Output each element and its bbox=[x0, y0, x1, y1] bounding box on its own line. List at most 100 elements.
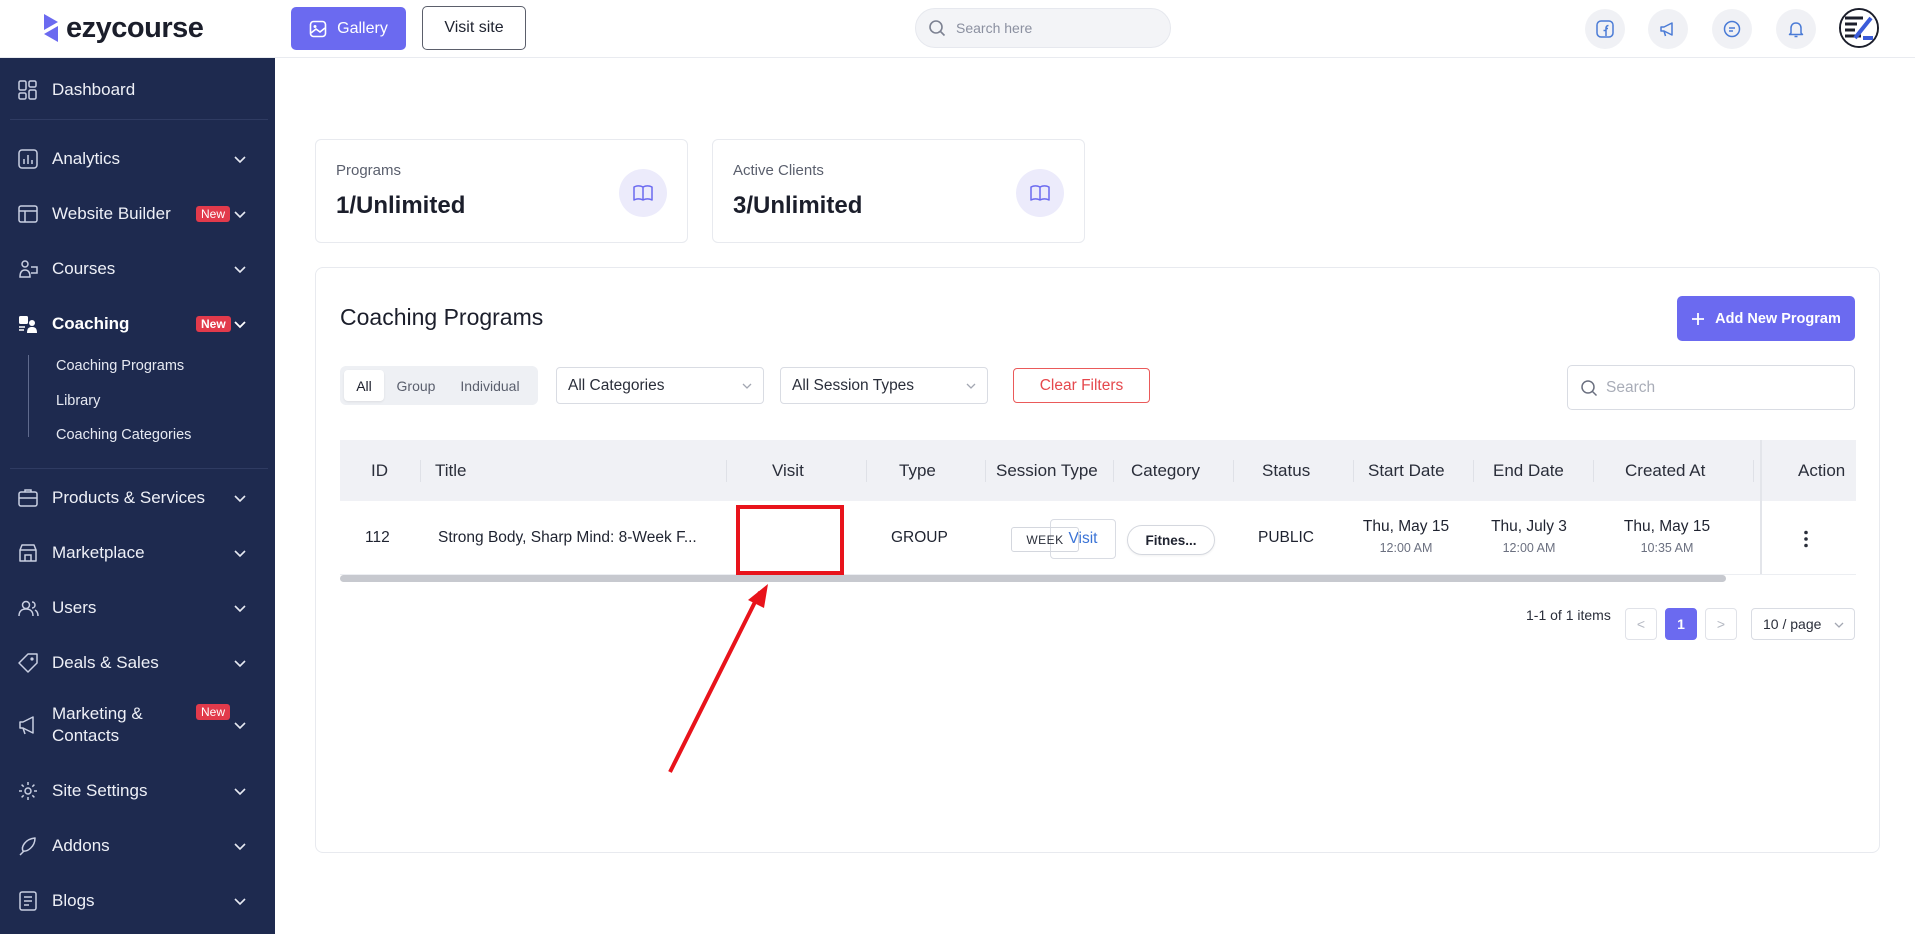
column-divider bbox=[985, 460, 986, 482]
column-divider bbox=[1233, 460, 1234, 482]
pagination-next-button[interactable]: > bbox=[1705, 608, 1737, 640]
sidebar-item-marketing-contacts[interactable]: Marketing & Contacts New bbox=[0, 690, 275, 760]
pagination-prev-button[interactable]: < bbox=[1625, 608, 1657, 640]
sidebar: Dashboard Analytics Website Builder New … bbox=[0, 58, 275, 934]
gallery-button[interactable]: Gallery bbox=[291, 7, 406, 50]
sidebar-item-users[interactable]: Users bbox=[0, 580, 275, 635]
settings-icon bbox=[16, 779, 40, 803]
chevron-down-icon bbox=[234, 320, 246, 328]
chevron-down-icon bbox=[966, 383, 976, 389]
session-type-filter-select[interactable]: All Session Types bbox=[780, 367, 988, 404]
column-header-title[interactable]: Title bbox=[435, 440, 467, 501]
program-search-input[interactable]: Search bbox=[1567, 365, 1855, 410]
add-new-program-label: Add New Program bbox=[1715, 310, 1841, 327]
sidebar-item-label: Addons bbox=[52, 835, 110, 855]
search-icon bbox=[929, 20, 946, 37]
sidebar-subitem-coaching-programs[interactable]: Coaching Programs bbox=[56, 358, 184, 374]
sidebar-item-coaching[interactable]: Coaching New bbox=[0, 296, 275, 351]
top-search-input[interactable]: Search here bbox=[915, 8, 1171, 48]
sidebar-item-products-services[interactable]: Products & Services bbox=[0, 470, 275, 525]
category-filter-value: All Categories bbox=[568, 376, 665, 394]
cell-id: 112 bbox=[365, 529, 390, 546]
ezycourse-logo[interactable]: ezycourse bbox=[40, 10, 204, 46]
cell-title[interactable]: Strong Body, Sharp Mind: 8-Week F... bbox=[438, 501, 697, 575]
column-header-type[interactable]: Type bbox=[899, 440, 936, 501]
column-header-session-type[interactable]: Session Type bbox=[996, 440, 1098, 501]
column-divider bbox=[1113, 460, 1114, 482]
sidebar-subitem-coaching-categories[interactable]: Coaching Categories bbox=[56, 427, 191, 443]
sidebar-subitem-library[interactable]: Library bbox=[56, 393, 100, 409]
sidebar-item-website-builder[interactable]: Website Builder New bbox=[0, 186, 275, 241]
column-divider bbox=[1593, 460, 1594, 482]
announcements-button[interactable] bbox=[1648, 9, 1688, 49]
program-search-placeholder: Search bbox=[1606, 378, 1656, 396]
sidebar-item-label: Coaching bbox=[52, 313, 130, 333]
stat-value: 1/Unlimited bbox=[336, 192, 466, 219]
chevron-down-icon bbox=[234, 155, 246, 163]
column-header-action: Action bbox=[1798, 460, 1846, 480]
column-header-status[interactable]: Status bbox=[1262, 440, 1310, 501]
column-header-created-at[interactable]: Created At bbox=[1625, 440, 1705, 501]
column-header-id[interactable]: ID bbox=[371, 440, 388, 501]
chat-button[interactable] bbox=[1712, 9, 1752, 49]
ezycourse-logo-icon bbox=[44, 14, 58, 42]
sidebar-item-label: Marketing & Contacts bbox=[52, 703, 143, 747]
column-divider bbox=[866, 460, 867, 482]
facebook-button[interactable] bbox=[1585, 9, 1625, 49]
start-date: Thu, May 15 bbox=[1362, 518, 1450, 535]
gallery-icon bbox=[309, 20, 327, 37]
stat-value: 3/Unlimited bbox=[733, 192, 863, 219]
megaphone-icon bbox=[1660, 22, 1673, 37]
pagination-summary: 1-1 of 1 items bbox=[1526, 607, 1611, 623]
logo-text: ezycourse bbox=[66, 11, 204, 44]
stat-label: Programs bbox=[336, 162, 402, 179]
sidebar-item-marketplace[interactable]: Marketplace bbox=[0, 525, 275, 580]
chevron-down-icon bbox=[234, 659, 246, 667]
user-avatar[interactable] bbox=[1839, 8, 1879, 48]
category-filter-select[interactable]: All Categories bbox=[556, 367, 764, 404]
add-new-program-button[interactable]: Add New Program bbox=[1677, 296, 1855, 341]
chevron-down-icon bbox=[1834, 622, 1844, 628]
chat-icon bbox=[1723, 20, 1741, 38]
gallery-label: Gallery bbox=[337, 19, 388, 37]
deals-icon bbox=[16, 651, 40, 675]
sidebar-item-label-line2: Contacts bbox=[52, 726, 120, 745]
new-badge: New bbox=[196, 205, 231, 222]
visit-site-button[interactable]: Visit site bbox=[422, 6, 526, 50]
sidebar-item-analytics[interactable]: Analytics bbox=[0, 131, 275, 186]
sidebar-item-blogs[interactable]: Blogs bbox=[0, 873, 275, 928]
column-header-category[interactable]: Category bbox=[1131, 440, 1200, 501]
coaching-programs-panel: Coaching Programs Add New Program All Gr… bbox=[315, 267, 1880, 853]
coaching-icon bbox=[16, 312, 40, 336]
book-icon bbox=[619, 169, 667, 217]
sidebar-item-site-settings[interactable]: Site Settings bbox=[0, 763, 275, 818]
page-size-select[interactable]: 10 / page bbox=[1751, 608, 1855, 640]
column-header-end-date[interactable]: End Date bbox=[1493, 440, 1564, 501]
search-icon bbox=[1581, 379, 1598, 396]
sidebar-item-label: Blogs bbox=[52, 890, 95, 910]
end-date: Thu, July 3 bbox=[1491, 518, 1567, 535]
chevron-down-icon bbox=[234, 494, 246, 502]
sidebar-item-dashboard[interactable]: Dashboard bbox=[0, 62, 275, 117]
more-options-icon[interactable] bbox=[1804, 530, 1808, 548]
filter-individual[interactable]: Individual bbox=[448, 370, 532, 401]
pagination-page-1[interactable]: 1 bbox=[1665, 608, 1697, 640]
horizontal-scrollbar[interactable] bbox=[340, 575, 1726, 582]
notifications-button[interactable] bbox=[1776, 9, 1816, 49]
sidebar-item-deals-sales[interactable]: Deals & Sales bbox=[0, 635, 275, 690]
column-header-start-date[interactable]: Start Date bbox=[1368, 440, 1445, 501]
chevron-down-icon bbox=[234, 787, 246, 795]
created-date: Thu, May 15 bbox=[1623, 518, 1711, 535]
filter-all[interactable]: All bbox=[344, 370, 384, 401]
column-divider bbox=[726, 460, 727, 482]
filter-group[interactable]: Group bbox=[386, 370, 446, 401]
chevron-down-icon bbox=[234, 210, 246, 218]
chevron-down-icon bbox=[234, 265, 246, 273]
sidebar-item-courses[interactable]: Courses bbox=[0, 241, 275, 296]
chevron-down-icon bbox=[234, 549, 246, 557]
sidebar-item-label: Products & Services bbox=[52, 487, 206, 507]
column-header-visit[interactable]: Visit bbox=[772, 440, 804, 501]
sidebar-item-addons[interactable]: Addons bbox=[0, 818, 275, 873]
clear-filters-button[interactable]: Clear Filters bbox=[1013, 368, 1150, 403]
column-divider bbox=[1353, 460, 1354, 482]
